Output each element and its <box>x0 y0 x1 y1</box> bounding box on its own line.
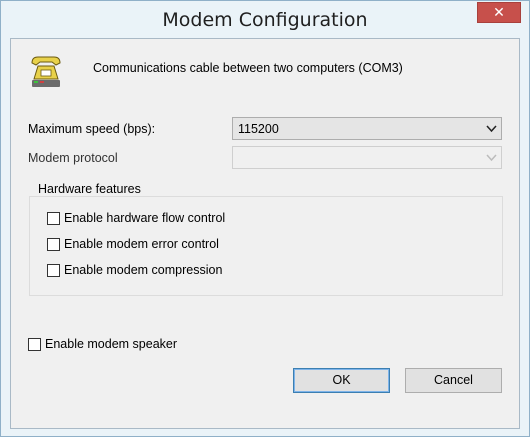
modem-compression-checkbox[interactable]: Enable modem compression <box>47 263 222 277</box>
ok-button[interactable]: OK <box>293 368 390 393</box>
telephone-modem-icon <box>31 56 61 87</box>
chevron-down-icon <box>486 154 497 162</box>
window-title: Modem Configuration <box>162 9 368 31</box>
checkbox-box[interactable] <box>28 337 41 351</box>
checkbox-label: Enable hardware flow control <box>64 211 226 225</box>
checkbox-box[interactable] <box>47 211 60 225</box>
checkbox-box[interactable] <box>47 237 60 251</box>
checkbox-label: Enable modem error control <box>64 237 219 251</box>
modem-protocol-select <box>232 146 502 169</box>
checkbox-box[interactable] <box>47 263 60 277</box>
hardware-flow-control-checkbox[interactable]: Enable hardware flow control <box>47 211 225 225</box>
modem-error-control-checkbox[interactable]: Enable modem error control <box>47 237 219 251</box>
hardware-features-legend: Hardware features <box>35 182 144 196</box>
cancel-button[interactable]: Cancel <box>405 368 502 393</box>
max-speed-label: Maximum speed (bps): <box>28 122 156 136</box>
close-button[interactable]: ✕ <box>477 2 521 23</box>
modem-speaker-checkbox[interactable]: Enable modem speaker <box>28 337 177 351</box>
connection-description: Communications cable between two compute… <box>93 61 403 75</box>
max-speed-value: 115200 <box>238 122 279 136</box>
title-bar[interactable]: Modem Configuration ✕ <box>1 1 529 37</box>
chevron-down-icon <box>486 125 497 133</box>
checkbox-label: Enable modem speaker <box>45 337 178 351</box>
max-speed-select[interactable]: 115200 <box>232 117 502 140</box>
close-icon: ✕ <box>493 4 505 20</box>
dialog-body: Communications cable between two compute… <box>10 38 520 429</box>
modem-protocol-label: Modem protocol <box>28 151 118 165</box>
dialog-window: Modem Configuration ✕ Communications cab… <box>0 0 530 437</box>
checkbox-label: Enable modem compression <box>64 263 223 277</box>
